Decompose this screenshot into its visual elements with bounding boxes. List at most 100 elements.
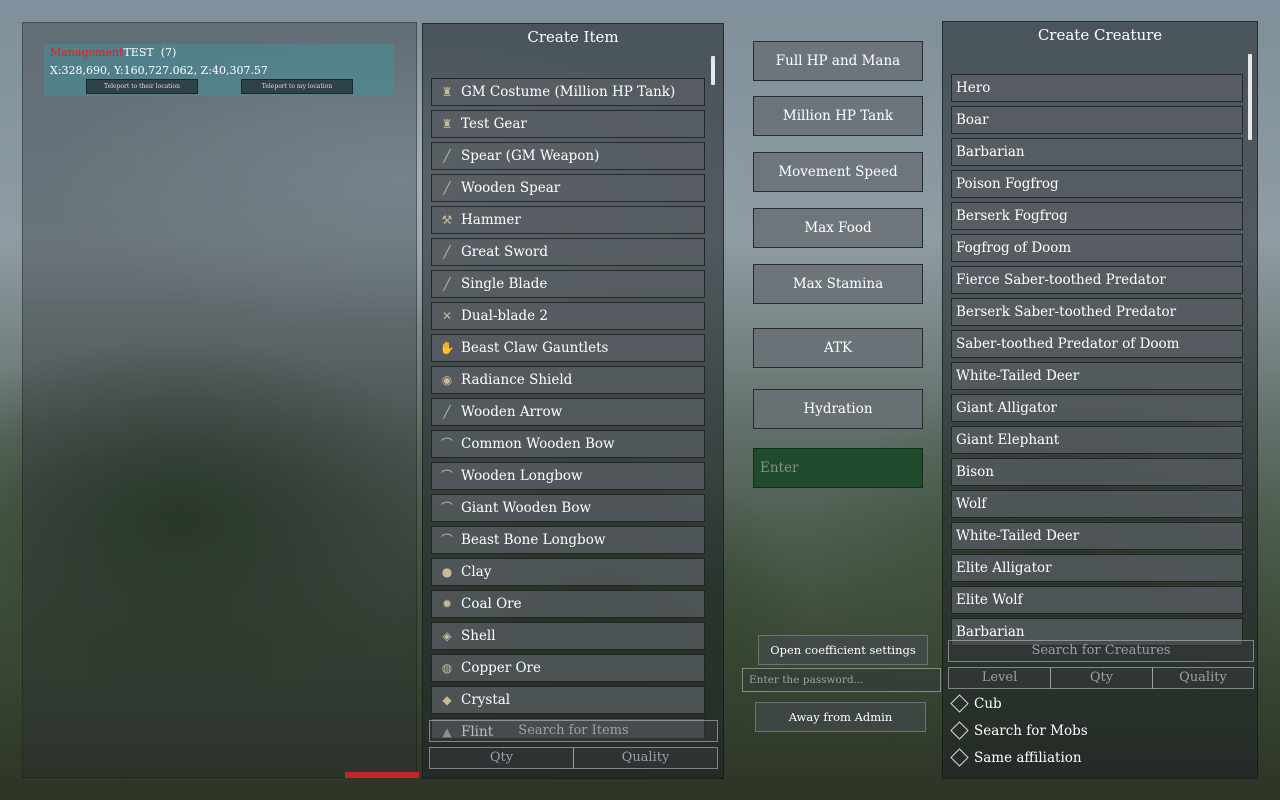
item-row[interactable]: ♜ Test Gear	[431, 110, 705, 138]
creature-row[interactable]: Elite Wolf	[951, 586, 1243, 614]
creature-row[interactable]: Berserk Saber-toothed Predator	[951, 298, 1243, 326]
creature-quality-input[interactable]: Quality	[1152, 667, 1254, 689]
create-creature-title: Create Creature	[1037, 26, 1163, 44]
open-coefficient-settings-button[interactable]: Open coefficient settings	[758, 635, 928, 665]
player-card[interactable]: ManagementTEST (7) X:328,690, Y:160,727.…	[44, 44, 394, 96]
item-label: Hammer	[461, 212, 521, 228]
item-label: Spear (GM Weapon)	[461, 148, 600, 164]
item-row[interactable]: ╱ Spear (GM Weapon)	[431, 142, 705, 170]
atk-button[interactable]: ATK	[753, 328, 923, 368]
item-label: Giant Wooden Bow	[461, 500, 591, 516]
item-row[interactable]: ⌒ Common Wooden Bow	[431, 430, 705, 458]
creature-row[interactable]: Barbarian	[951, 138, 1243, 166]
creature-row[interactable]: White-Tailed Deer	[951, 522, 1243, 550]
item-row[interactable]: ⌒ Giant Wooden Bow	[431, 494, 705, 522]
player-name: TEST	[123, 46, 154, 59]
diamond-checkbox-icon	[950, 748, 969, 767]
crystal-icon: ◆	[442, 693, 452, 707]
diamond-checkbox-icon	[950, 721, 969, 740]
hydration-button[interactable]: Hydration	[753, 389, 923, 429]
creature-row[interactable]: White-Tailed Deer	[951, 362, 1243, 390]
item-row[interactable]: ╱ Great Sword	[431, 238, 705, 266]
creature-row[interactable]: Giant Elephant	[951, 426, 1243, 454]
player-guild: Management	[50, 46, 124, 59]
creature-row[interactable]: Wolf	[951, 490, 1243, 518]
full-hp-mana-button[interactable]: Full HP and Mana	[753, 41, 923, 81]
item-qty-input[interactable]: Qty	[429, 747, 574, 769]
item-row[interactable]: ✹ Coal Ore	[431, 590, 705, 618]
million-hp-tank-button[interactable]: Million HP Tank	[753, 96, 923, 136]
item-label: GM Costume (Million HP Tank)	[461, 84, 676, 100]
teleport-to-my-location-button[interactable]: Teleport to my location	[241, 79, 353, 94]
creature-row[interactable]: Berserk Fogfrog	[951, 202, 1243, 230]
item-row[interactable]: ✋ Beast Claw Gauntlets	[431, 334, 705, 362]
creature-row[interactable]: Fierce Saber-toothed Predator	[951, 266, 1243, 294]
item-row[interactable]: ⚒ Hammer	[431, 206, 705, 234]
item-list[interactable]: ♜ GM Costume (Million HP Tank) ♜ Test Gear ╱…	[431, 78, 729, 738]
away-from-admin-button[interactable]: Away from Admin	[755, 702, 926, 732]
create-creature-panel: Create Creature Hero Boar Barbarian Poison …	[942, 21, 1258, 779]
item-label: Beast Bone Longbow	[461, 532, 606, 548]
movement-speed-button[interactable]: Movement Speed	[753, 152, 923, 192]
creature-search-input[interactable]: Search for Creatures	[948, 640, 1254, 662]
creature-row[interactable]: Poison Fogfrog	[951, 170, 1243, 198]
clay-icon: ●	[441, 565, 453, 579]
item-label: Radiance Shield	[461, 372, 573, 388]
item-row[interactable]: ◉ Radiance Shield	[431, 366, 705, 394]
cub-label: Cub	[974, 696, 1002, 712]
spear-icon: ╱	[443, 149, 451, 163]
item-label: Wooden Longbow	[461, 468, 583, 484]
item-row[interactable]: ╱ Single Blade	[431, 270, 705, 298]
armor-icon: ♜	[441, 85, 453, 99]
item-row[interactable]: ● Clay	[431, 558, 705, 586]
creature-row[interactable]: Fogfrog of Doom	[951, 234, 1243, 262]
item-search-input[interactable]: Search for Items	[429, 720, 718, 742]
bow-icon: ⌒	[440, 501, 453, 515]
creature-row[interactable]: Boar	[951, 106, 1243, 134]
create-item-title: Create Item	[527, 28, 619, 46]
creature-qty-input[interactable]: Qty	[1050, 667, 1153, 689]
creature-level-input[interactable]: Level	[948, 667, 1051, 689]
item-quality-input[interactable]: Quality	[573, 747, 718, 769]
max-food-button[interactable]: Max Food	[753, 208, 923, 248]
player-level: (7)	[160, 46, 177, 59]
cub-checkbox[interactable]: Cub	[949, 692, 1234, 716]
item-row[interactable]: ╱ Wooden Arrow	[431, 398, 705, 426]
health-bar-fragment	[345, 772, 419, 778]
player-list-panel	[22, 22, 417, 778]
item-row[interactable]: ✕ Dual-blade 2	[431, 302, 705, 330]
creature-row[interactable]: Elite Alligator	[951, 554, 1243, 582]
enter-value-input[interactable]: Enter	[753, 448, 923, 488]
item-label: Clay	[461, 564, 492, 580]
item-list-scrollbar[interactable]	[711, 56, 715, 85]
search-for-mobs-checkbox[interactable]: Search for Mobs	[949, 719, 1234, 743]
item-row[interactable]: ⌒ Beast Bone Longbow	[431, 526, 705, 554]
blade-icon: ╱	[443, 277, 451, 291]
creature-list[interactable]: Hero Boar Barbarian Poison Fogfrog Berserk F…	[951, 74, 1256, 654]
creature-row[interactable]: Giant Alligator	[951, 394, 1243, 422]
arrow-icon: ╱	[443, 405, 451, 419]
same-affiliation-checkbox[interactable]: Same affiliation	[949, 746, 1234, 770]
item-label: Common Wooden Bow	[461, 436, 615, 452]
bow-icon: ⌒	[440, 533, 453, 547]
diamond-checkbox-icon	[950, 694, 969, 713]
item-row[interactable]: ⌒ Wooden Longbow	[431, 462, 705, 490]
item-label: Great Sword	[461, 244, 549, 260]
creature-list-scrollbar[interactable]	[1248, 54, 1252, 140]
creature-row[interactable]: Bison	[951, 458, 1243, 486]
item-label: Wooden Spear	[461, 180, 561, 196]
item-row[interactable]: ◆ Crystal	[431, 686, 705, 714]
item-label: Coal Ore	[461, 596, 522, 612]
teleport-to-their-location-button[interactable]: Teleport to their location	[86, 79, 198, 94]
spear-icon: ╱	[443, 181, 451, 195]
item-row[interactable]: ╱ Wooden Spear	[431, 174, 705, 202]
password-input[interactable]: Enter the password...	[742, 668, 941, 692]
creature-row[interactable]: Saber-toothed Predator of Doom	[951, 330, 1243, 358]
sword-icon: ╱	[443, 245, 451, 259]
item-row[interactable]: ◍ Copper Ore	[431, 654, 705, 682]
max-stamina-button[interactable]: Max Stamina	[753, 264, 923, 304]
item-row[interactable]: ♜ GM Costume (Million HP Tank)	[431, 78, 705, 106]
hammer-icon: ⚒	[441, 213, 453, 227]
creature-row[interactable]: Hero	[951, 74, 1243, 102]
item-row[interactable]: ◈ Shell	[431, 622, 705, 650]
